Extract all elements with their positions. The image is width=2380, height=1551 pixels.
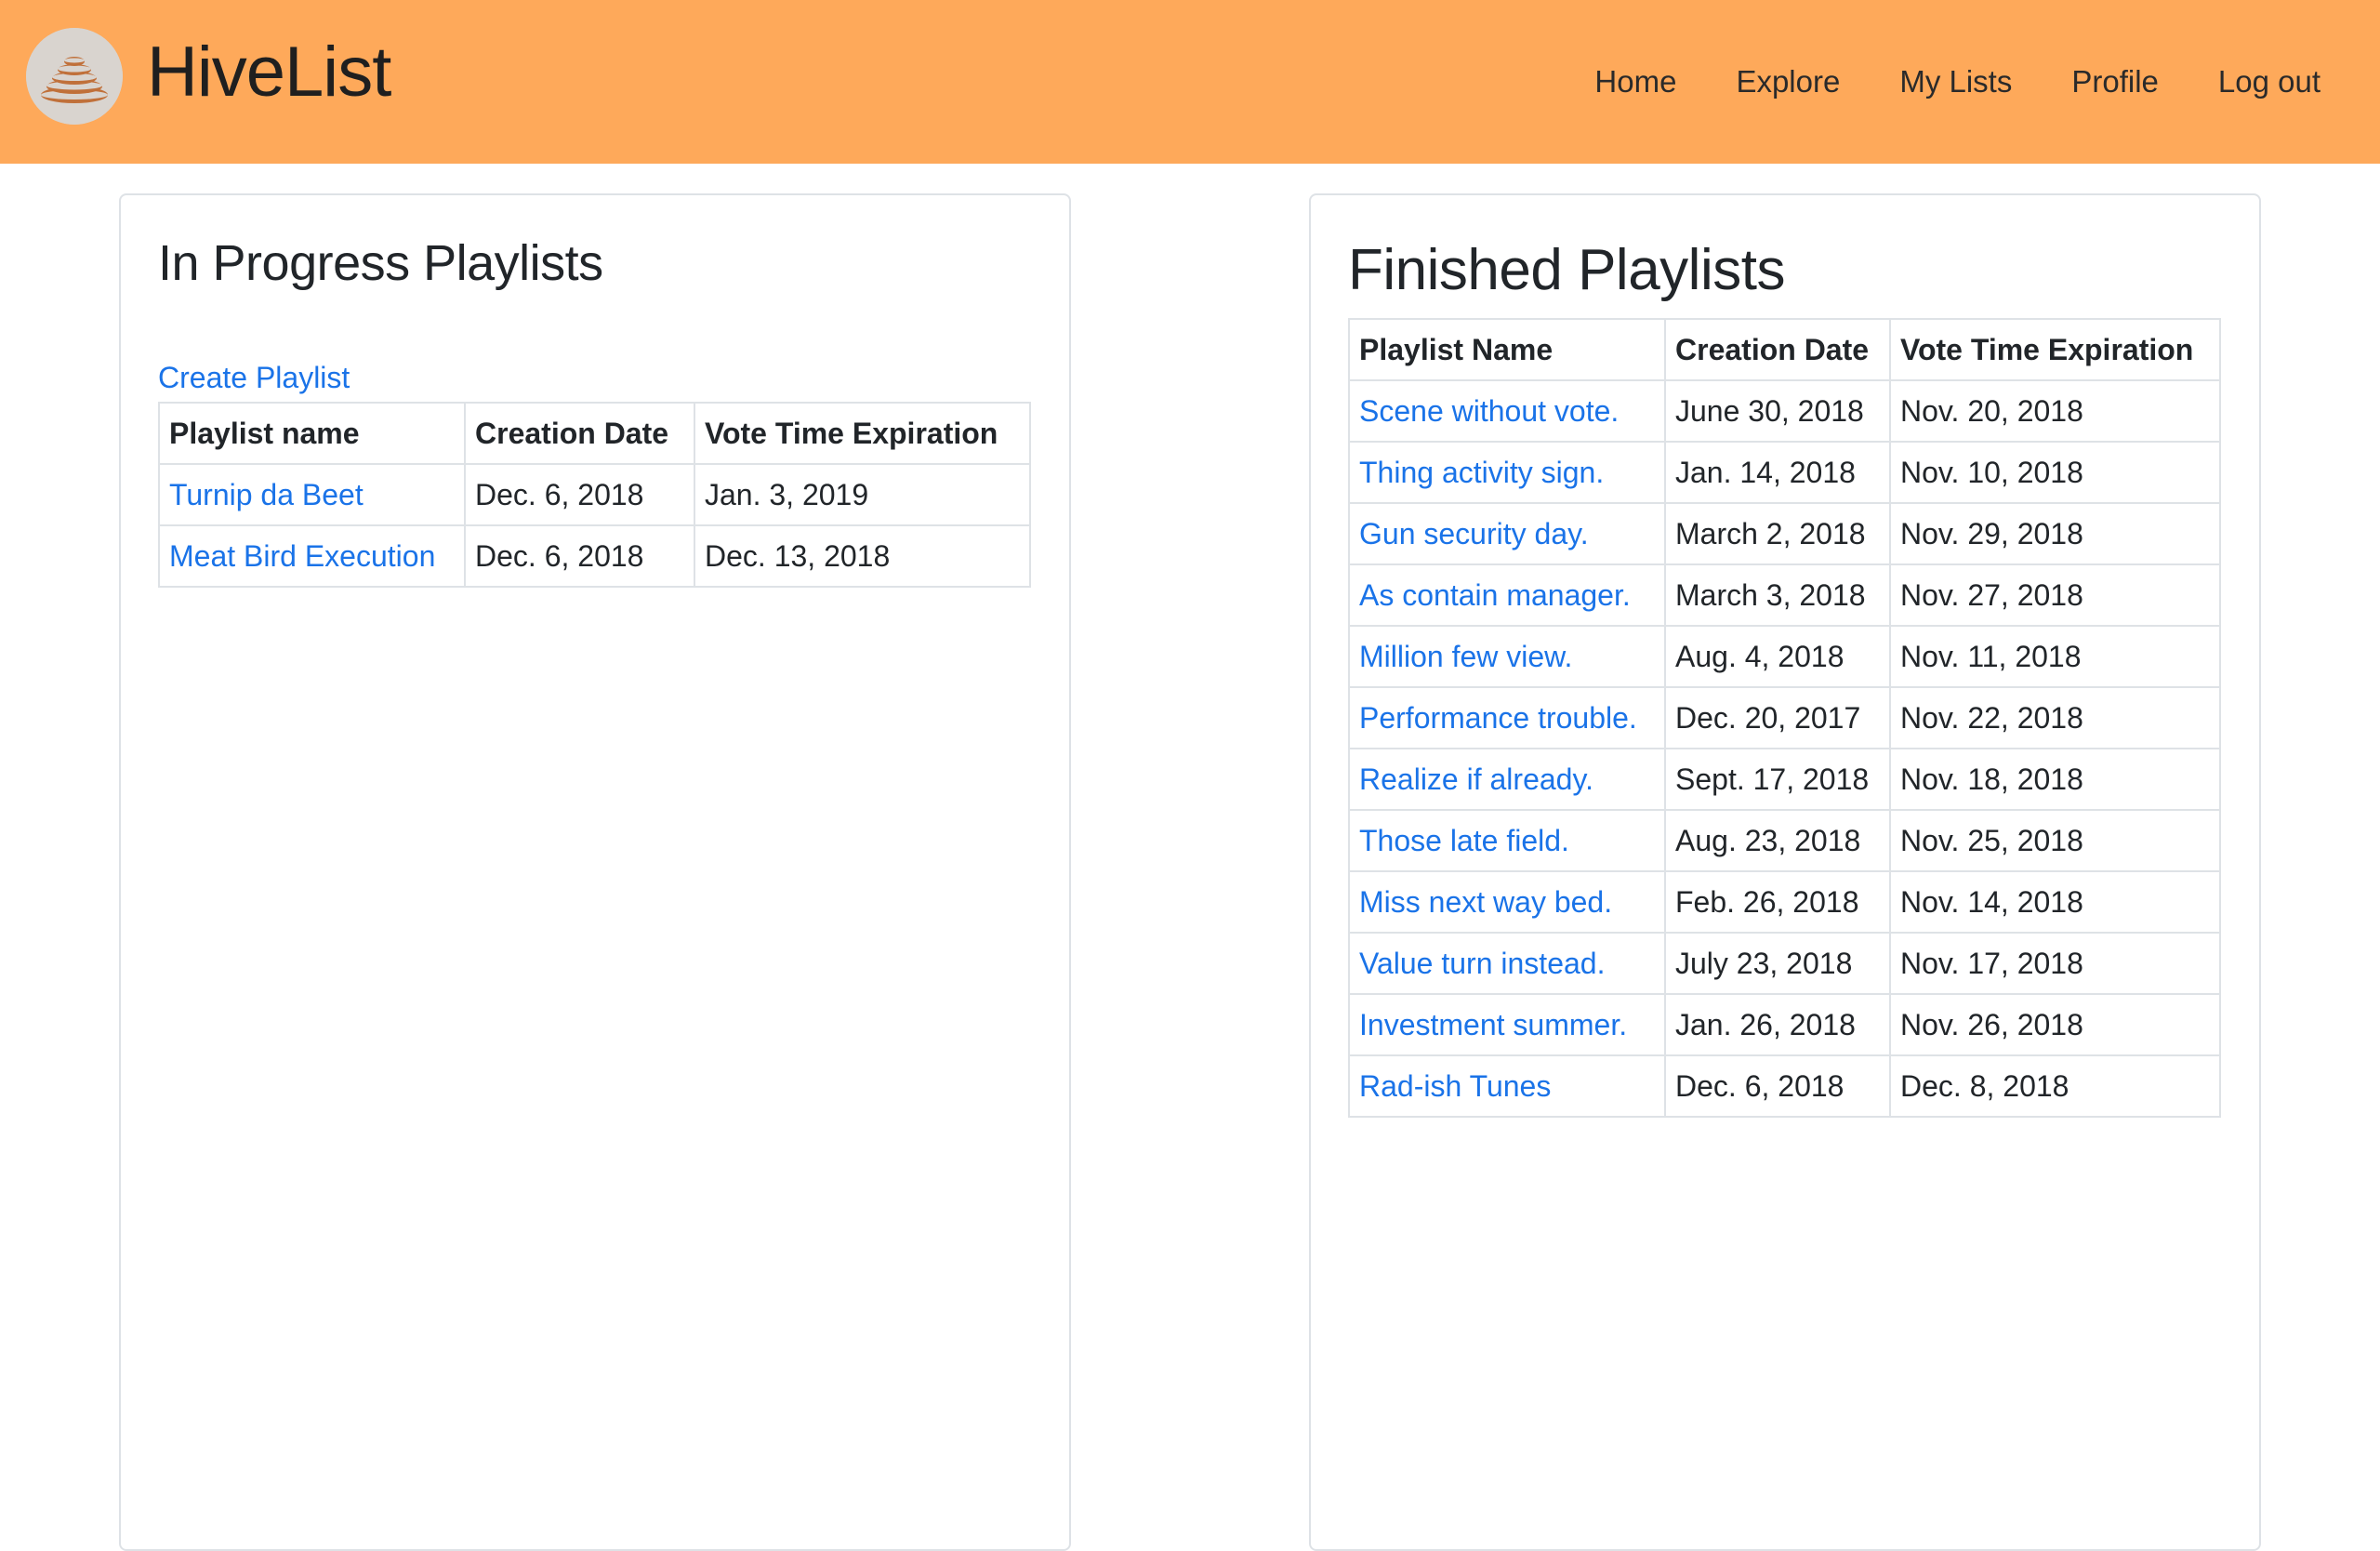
creation-date-cell: June 30, 2018 <box>1664 379 1891 443</box>
column-header-creation-date: Creation Date <box>464 402 695 465</box>
playlist-link[interactable]: Investment summer. <box>1359 1008 1627 1041</box>
playlist-name-cell: Scene without vote. <box>1348 379 1666 443</box>
playlist-link[interactable]: Turnip da Beet <box>169 478 364 511</box>
brand-name: HiveList <box>147 33 391 112</box>
column-header-playlist-name: Playlist name <box>158 402 466 465</box>
nav-profile[interactable]: Profile <box>2071 64 2159 99</box>
playlist-name-cell: Value turn instead. <box>1348 932 1666 995</box>
playlist-link[interactable]: Performance trouble. <box>1359 701 1637 735</box>
table-row: Realize if already. Sept. 17, 2018 Nov. 18… <box>1348 748 2221 811</box>
creation-date-cell: March 3, 2018 <box>1664 563 1891 627</box>
vote-expiration-cell: Nov. 25, 2018 <box>1889 809 2221 872</box>
playlist-name-cell: Those late field. <box>1348 809 1666 872</box>
table-header-row: Playlist name Creation Date Vote Time Ex… <box>158 402 1031 465</box>
table-row: Miss next way bed. Feb. 26, 2018 Nov. 14, … <box>1348 870 2221 934</box>
creation-date-cell: July 23, 2018 <box>1664 932 1891 995</box>
brand[interactable]: HiveList <box>26 28 391 125</box>
playlist-name-cell: Meat Bird Execution <box>158 524 466 588</box>
vote-expiration-cell: Nov. 22, 2018 <box>1889 686 2221 749</box>
playlist-name-cell: Turnip da Beet <box>158 463 466 526</box>
creation-date-cell: Aug. 23, 2018 <box>1664 809 1891 872</box>
vote-expiration-cell: Nov. 29, 2018 <box>1889 502 2221 565</box>
vote-expiration-cell: Jan. 3, 2019 <box>694 463 1031 526</box>
playlist-link[interactable]: Gun security day. <box>1359 517 1589 550</box>
creation-date-cell: Jan. 14, 2018 <box>1664 441 1891 504</box>
playlist-link[interactable]: Scene without vote. <box>1359 394 1619 428</box>
table-row: Value turn instead. July 23, 2018 Nov. 17,… <box>1348 932 2221 995</box>
finished-title: Finished Playlists <box>1348 238 1785 302</box>
vote-expiration-cell: Nov. 14, 2018 <box>1889 870 2221 934</box>
playlist-link[interactable]: Realize if already. <box>1359 762 1593 796</box>
playlist-link[interactable]: Thing activity sign. <box>1359 456 1604 489</box>
vote-expiration-cell: Nov. 20, 2018 <box>1889 379 2221 443</box>
create-playlist-link[interactable]: Create Playlist <box>158 361 350 395</box>
creation-date-cell: Feb. 26, 2018 <box>1664 870 1891 934</box>
playlist-name-cell: Performance trouble. <box>1348 686 1666 749</box>
playlist-link[interactable]: As contain manager. <box>1359 578 1631 612</box>
table-row: Million few view. Aug. 4, 2018 Nov. 11, 20… <box>1348 625 2221 688</box>
finished-table: Playlist Name Creation Date Vote Time Ex… <box>1348 318 2221 1118</box>
in-progress-rows: Turnip da Beet Dec. 6, 2018 Jan. 3, 2019… <box>158 463 1031 588</box>
nav-links: Home Explore My Lists Profile Log out <box>1535 64 2320 99</box>
nav-explore[interactable]: Explore <box>1736 64 1840 99</box>
nav-my-lists[interactable]: My Lists <box>1899 64 2012 99</box>
column-header-creation-date: Creation Date <box>1664 318 1891 381</box>
playlist-link[interactable]: Meat Bird Execution <box>169 539 435 573</box>
vote-expiration-cell: Nov. 26, 2018 <box>1889 993 2221 1056</box>
creation-date-cell: Dec. 6, 2018 <box>464 524 695 588</box>
column-header-vote-expiration: Vote Time Expiration <box>1889 318 2221 381</box>
hive-logo-icon <box>26 28 123 125</box>
playlist-name-cell: Gun security day. <box>1348 502 1666 565</box>
playlist-name-cell: Million few view. <box>1348 625 1666 688</box>
creation-date-cell: March 2, 2018 <box>1664 502 1891 565</box>
creation-date-cell: Aug. 4, 2018 <box>1664 625 1891 688</box>
playlist-name-cell: Miss next way bed. <box>1348 870 1666 934</box>
table-row: Meat Bird Execution Dec. 6, 2018 Dec. 13… <box>158 524 1031 588</box>
table-row: Those late field. Aug. 23, 2018 Nov. 25, 2… <box>1348 809 2221 872</box>
playlist-name-cell: As contain manager. <box>1348 563 1666 627</box>
playlist-link[interactable]: Million few view. <box>1359 640 1572 673</box>
table-header-row: Playlist Name Creation Date Vote Time Ex… <box>1348 318 2221 381</box>
table-row: Thing activity sign. Jan. 14, 2018 Nov. 10… <box>1348 441 2221 504</box>
creation-date-cell: Sept. 17, 2018 <box>1664 748 1891 811</box>
nav-home[interactable]: Home <box>1594 64 1676 99</box>
column-header-vote-expiration: Vote Time Expiration <box>694 402 1031 465</box>
creation-date-cell: Dec. 20, 2017 <box>1664 686 1891 749</box>
table-row: Turnip da Beet Dec. 6, 2018 Jan. 3, 2019 <box>158 463 1031 526</box>
table-row: Scene without vote. June 30, 2018 Nov. 20,… <box>1348 379 2221 443</box>
vote-expiration-cell: Nov. 17, 2018 <box>1889 932 2221 995</box>
table-row: Gun security day. March 2, 2018 Nov. 29, 2… <box>1348 502 2221 565</box>
creation-date-cell: Dec. 6, 2018 <box>1664 1054 1891 1118</box>
playlist-name-cell: Thing activity sign. <box>1348 441 1666 504</box>
playlist-name-cell: Rad-ish Tunes <box>1348 1054 1666 1118</box>
vote-expiration-cell: Nov. 18, 2018 <box>1889 748 2221 811</box>
in-progress-title: In Progress Playlists <box>158 235 603 291</box>
playlist-link[interactable]: Those late field. <box>1359 824 1569 857</box>
table-row: Investment summer. Jan. 26, 2018 Nov. 26, … <box>1348 993 2221 1056</box>
in-progress-table: Playlist name Creation Date Vote Time Ex… <box>158 402 1031 588</box>
playlist-link[interactable]: Value turn instead. <box>1359 947 1605 980</box>
table-row: Rad-ish Tunes Dec. 6, 2018 Dec. 8, 2018 <box>1348 1054 2221 1118</box>
vote-expiration-cell: Dec. 13, 2018 <box>694 524 1031 588</box>
nav-log-out[interactable]: Log out <box>2218 64 2320 99</box>
creation-date-cell: Dec. 6, 2018 <box>464 463 695 526</box>
playlist-link[interactable]: Miss next way bed. <box>1359 885 1612 919</box>
playlist-name-cell: Investment summer. <box>1348 993 1666 1056</box>
vote-expiration-cell: Nov. 10, 2018 <box>1889 441 2221 504</box>
table-row: Performance trouble. Dec. 20, 2017 Nov. 22… <box>1348 686 2221 749</box>
finished-rows: Scene without vote. June 30, 2018 Nov. 20,… <box>1348 379 2221 1118</box>
playlist-name-cell: Realize if already. <box>1348 748 1666 811</box>
vote-expiration-cell: Nov. 27, 2018 <box>1889 563 2221 627</box>
vote-expiration-cell: Nov. 11, 2018 <box>1889 625 2221 688</box>
in-progress-card: In Progress Playlists Create Playlist Pl… <box>119 193 1071 1551</box>
finished-card: Finished Playlists Playlist Name Creatio… <box>1309 193 2261 1551</box>
column-header-playlist-name: Playlist Name <box>1348 318 1666 381</box>
playlist-link[interactable]: Rad-ish Tunes <box>1359 1069 1551 1103</box>
navbar: HiveList Home Explore My Lists Profile L… <box>0 0 2380 164</box>
creation-date-cell: Jan. 26, 2018 <box>1664 993 1891 1056</box>
vote-expiration-cell: Dec. 8, 2018 <box>1889 1054 2221 1118</box>
table-row: As contain manager. March 3, 2018 Nov. 27,… <box>1348 563 2221 627</box>
